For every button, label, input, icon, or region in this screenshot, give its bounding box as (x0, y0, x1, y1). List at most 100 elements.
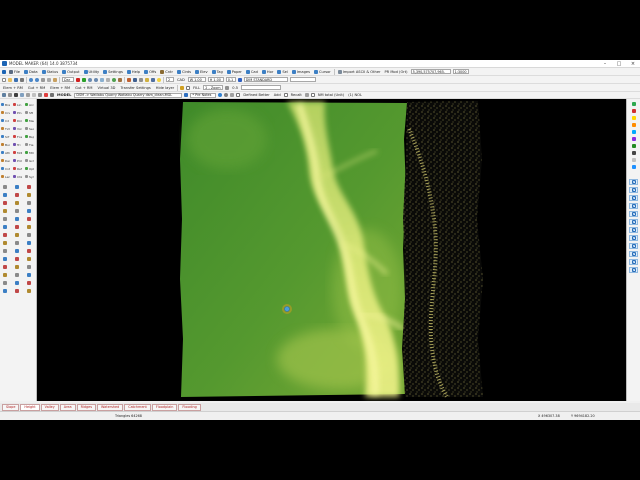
model-edit-icon[interactable] (50, 93, 54, 97)
tab-area[interactable]: Area (59, 403, 76, 411)
height-step-field[interactable]: H 1.00 (207, 77, 224, 82)
tool-extra-icon[interactable] (15, 281, 19, 285)
model-contour-icon[interactable] (38, 93, 42, 97)
tool-grd[interactable]: Grd (25, 158, 34, 163)
tab-slope[interactable]: Slope (2, 403, 20, 411)
tool-extra-icon[interactable] (15, 257, 19, 261)
tool-extra-icon[interactable] (3, 249, 7, 253)
tool-extra-icon[interactable] (27, 201, 31, 205)
scale-field[interactable]: 1:3000 (452, 69, 469, 74)
dsm-open-icon[interactable] (184, 93, 189, 97)
layer-visible-toggle[interactable]: ✓ (629, 187, 638, 193)
tool-bur[interactable]: Bur (1, 142, 10, 147)
grid-icon[interactable] (139, 77, 143, 82)
menu-cntr[interactable]: Cntr (159, 69, 174, 74)
smooth-slider[interactable] (241, 85, 282, 90)
menu-images[interactable]: Images (291, 69, 311, 74)
edit-tool-1[interactable]: Gut + RM (27, 86, 46, 90)
smooth-icon[interactable] (225, 85, 230, 90)
aux-select[interactable] (289, 77, 316, 82)
tool-extra-icon[interactable] (27, 225, 31, 229)
new-file-icon[interactable] (2, 77, 6, 82)
model-tree-icon[interactable] (2, 93, 6, 97)
tool-cnt[interactable]: Cnt (1, 166, 10, 171)
layer-visible-toggle[interactable]: ✓ (629, 203, 638, 209)
tool-arc[interactable]: Arc (25, 102, 34, 107)
layer-select[interactable]: Dar (62, 77, 74, 82)
tool-extra-icon[interactable] (27, 257, 31, 261)
menu-cursor[interactable]: Cursor (313, 69, 332, 74)
layers-icon[interactable] (151, 77, 155, 82)
layer-visible-toggle[interactable]: ✓ (629, 243, 638, 249)
tool-extra-icon[interactable] (15, 249, 19, 253)
menu-utility[interactable]: Utility (83, 69, 101, 74)
tool-extra-icon[interactable] (27, 273, 31, 277)
pen-icon[interactable] (180, 85, 185, 90)
tool-extra-icon[interactable] (27, 289, 31, 293)
tool-cd[interactable]: Cd (1, 118, 10, 123)
tool-extra-icon[interactable] (15, 241, 19, 245)
tool-chk[interactable]: Chk (13, 174, 22, 179)
maximize-button[interactable]: □ (612, 60, 626, 67)
tool-extra-icon[interactable] (15, 233, 19, 237)
tool-extra-icon[interactable] (15, 289, 19, 293)
tool-bra[interactable]: Bra (1, 102, 10, 107)
copy-icon[interactable] (47, 77, 51, 82)
layer-color-button[interactable] (629, 101, 638, 107)
menu-elev[interactable]: Elev (194, 69, 209, 74)
tool-fce[interactable]: Fce (13, 134, 22, 139)
menu-hor[interactable]: Hor (261, 69, 274, 74)
tool-mea[interactable]: Mea (25, 118, 34, 123)
tool-crv[interactable]: Crv (1, 110, 10, 115)
layer-color-button[interactable] (629, 129, 638, 135)
tool-opt[interactable]: Opt (25, 166, 34, 171)
menu-output[interactable]: Output (61, 69, 80, 74)
tool-lin[interactable]: Lin (13, 102, 22, 107)
open-file-icon[interactable] (8, 77, 12, 82)
tool-bsp[interactable]: Bsp (25, 134, 34, 139)
snap-icon[interactable] (127, 77, 131, 82)
tool-extra-icon[interactable] (27, 209, 31, 213)
layer-visible-toggle[interactable]: ✓ (629, 235, 638, 241)
layer-visible-toggle[interactable]: ✓ (629, 179, 638, 185)
menu-cad[interactable]: Cad (245, 69, 259, 74)
edit-tool-6[interactable]: Hide layer (155, 86, 175, 90)
tool-sft[interactable]: Sft (25, 110, 34, 115)
layer-visible-toggle[interactable]: ✓ (629, 251, 638, 257)
layer-props-icon[interactable] (82, 77, 86, 82)
layer-color-button[interactable] (629, 108, 638, 114)
tool-extra-icon[interactable] (3, 233, 7, 237)
notes-select[interactable]: * Pre Notes (190, 92, 217, 98)
menu-paper[interactable]: Paper (226, 69, 243, 74)
cut-icon[interactable] (41, 77, 45, 82)
save-icon[interactable] (14, 77, 18, 82)
defined-checkbox-icon[interactable] (236, 93, 241, 97)
undo-icon[interactable] (29, 77, 33, 82)
menu-help[interactable]: Help (126, 69, 141, 74)
tool-pnt[interactable]: Pnt (13, 158, 22, 163)
menu-settings[interactable]: Settings (102, 69, 124, 74)
tool-extra-icon[interactable] (27, 249, 31, 253)
z-value-field[interactable]: 2 (166, 77, 174, 82)
point-marker[interactable] (284, 306, 290, 312)
layer-color-button[interactable] (629, 164, 638, 170)
layer-color-icon[interactable] (76, 77, 80, 82)
zoom-in-icon[interactable] (88, 77, 92, 82)
model-color-icon[interactable] (44, 93, 48, 97)
menu-status[interactable]: Status (41, 69, 59, 74)
layer-color-button[interactable] (629, 150, 638, 156)
dsm-path-field[interactable]: DSM -> Watlabu Quarry Watlabu Quarry dsm… (74, 92, 183, 98)
tool-extra-icon[interactable] (3, 241, 7, 245)
menu-file[interactable]: File (8, 69, 21, 74)
tool-extra-icon[interactable] (27, 185, 31, 189)
tool-len[interactable]: Len (1, 174, 10, 179)
style-icon[interactable] (237, 77, 242, 82)
tool-extra-icon[interactable] (3, 185, 7, 189)
tool-extra-icon[interactable] (3, 265, 7, 269)
tab-floodplain[interactable]: Floodplain (151, 403, 178, 411)
tool-srf[interactable]: Srf (1, 134, 10, 139)
recalc-icon[interactable] (304, 93, 309, 97)
tool-pln[interactable]: Pln (13, 110, 22, 115)
tool-tri[interactable]: Tri (13, 142, 22, 147)
layer-visible-toggle[interactable]: ✓ (629, 227, 638, 233)
